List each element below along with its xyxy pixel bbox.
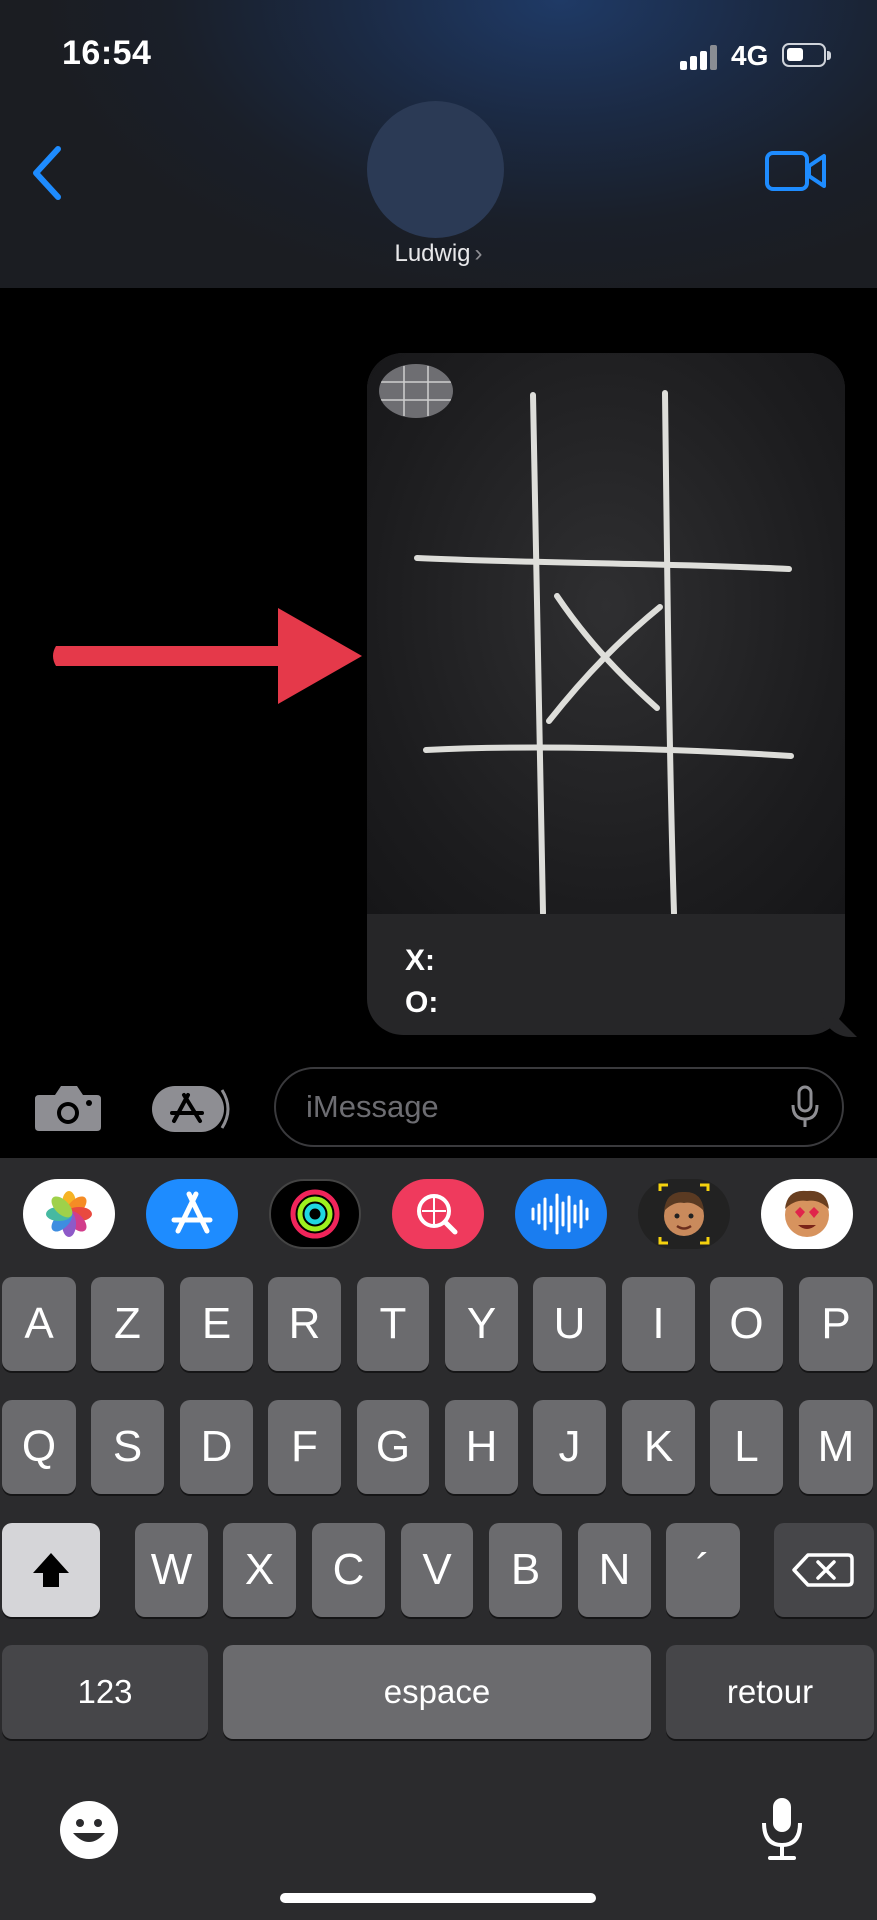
facetime-video-icon[interactable] — [764, 149, 828, 193]
game-message-bubble[interactable]: X: O: — [367, 353, 857, 1037]
chalk-grid — [414, 390, 794, 914]
cellular-signal-icon — [680, 44, 720, 70]
network-type: 4G — [731, 40, 769, 71]
chevron-right-icon: › — [474, 240, 483, 267]
key-n[interactable]: N — [578, 1523, 651, 1617]
chevron-left-icon[interactable] — [30, 145, 64, 201]
key-h[interactable]: H — [445, 1400, 518, 1494]
photos-icon[interactable] — [23, 1179, 115, 1249]
return-key[interactable]: retour — [666, 1645, 874, 1739]
web-search-icon[interactable] — [392, 1179, 484, 1249]
memoji-stickers-icon[interactable] — [761, 1179, 853, 1249]
dictation-microphone-icon[interactable] — [758, 1795, 806, 1863]
key-p[interactable]: P — [799, 1277, 873, 1371]
conversation-header: 16:54 4G Ludwig › — [0, 0, 877, 288]
key-y[interactable]: Y — [445, 1277, 518, 1371]
key-d[interactable]: D — [180, 1400, 253, 1494]
key-q[interactable]: Q — [2, 1400, 76, 1494]
backspace-key[interactable] — [774, 1523, 874, 1617]
key-u[interactable]: U — [533, 1277, 606, 1371]
home-indicator[interactable] — [280, 1893, 596, 1903]
key-v[interactable]: V — [401, 1523, 473, 1617]
player-o-label: O: — [405, 986, 439, 1019]
red-arrow-annotation — [53, 608, 362, 704]
key-w[interactable]: W — [135, 1523, 208, 1617]
audio-message-icon[interactable] — [515, 1179, 607, 1249]
microphone-icon[interactable] — [790, 1085, 820, 1129]
key-s[interactable]: S — [91, 1400, 164, 1494]
emoji-icon[interactable] — [58, 1799, 120, 1861]
key-t[interactable]: T — [357, 1277, 429, 1371]
status-time: 16:54 — [62, 34, 152, 72]
backspace-icon — [792, 1553, 854, 1587]
contact-name[interactable]: Ludwig › — [0, 240, 877, 268]
key-r[interactable]: R — [268, 1277, 341, 1371]
key-k[interactable]: K — [622, 1400, 695, 1494]
imessage-placeholder: iMessage — [306, 1089, 439, 1124]
key-i[interactable]: I — [622, 1277, 695, 1371]
key-l[interactable]: L — [710, 1400, 783, 1494]
key-a[interactable]: A — [2, 1277, 76, 1371]
space-key[interactable]: espace — [223, 1645, 651, 1739]
key-x[interactable]: X — [223, 1523, 296, 1617]
key-o[interactable]: O — [710, 1277, 783, 1371]
imessage-input[interactable]: iMessage — [274, 1067, 844, 1147]
contact-name-label: Ludwig — [394, 240, 471, 267]
key-g[interactable]: G — [357, 1400, 429, 1494]
camera-icon[interactable] — [33, 1081, 103, 1133]
activity-icon[interactable] — [269, 1179, 361, 1249]
numbers-key[interactable]: 123 — [2, 1645, 208, 1739]
key-f[interactable]: F — [268, 1400, 341, 1494]
key-acute[interactable]: ´ — [666, 1523, 740, 1617]
key-j[interactable]: J — [533, 1400, 606, 1494]
key-c[interactable]: C — [312, 1523, 385, 1617]
tic-tac-toe-board-image[interactable] — [367, 353, 845, 914]
tic-tac-toe-app-icon — [379, 364, 453, 418]
memoji-icon[interactable] — [638, 1179, 730, 1249]
key-b[interactable]: B — [489, 1523, 562, 1617]
player-x-label: X: — [405, 944, 435, 977]
app-store-icon[interactable] — [150, 1084, 236, 1134]
shift-arrow-icon — [33, 1553, 69, 1587]
app-store-icon[interactable] — [146, 1179, 238, 1249]
shift-key[interactable] — [2, 1523, 100, 1617]
key-m[interactable]: M — [799, 1400, 873, 1494]
contact-avatar[interactable] — [367, 101, 504, 238]
battery-icon — [782, 43, 831, 67]
game-caption: X: O: — [367, 914, 845, 1035]
key-e[interactable]: E — [180, 1277, 253, 1371]
key-z[interactable]: Z — [91, 1277, 164, 1371]
